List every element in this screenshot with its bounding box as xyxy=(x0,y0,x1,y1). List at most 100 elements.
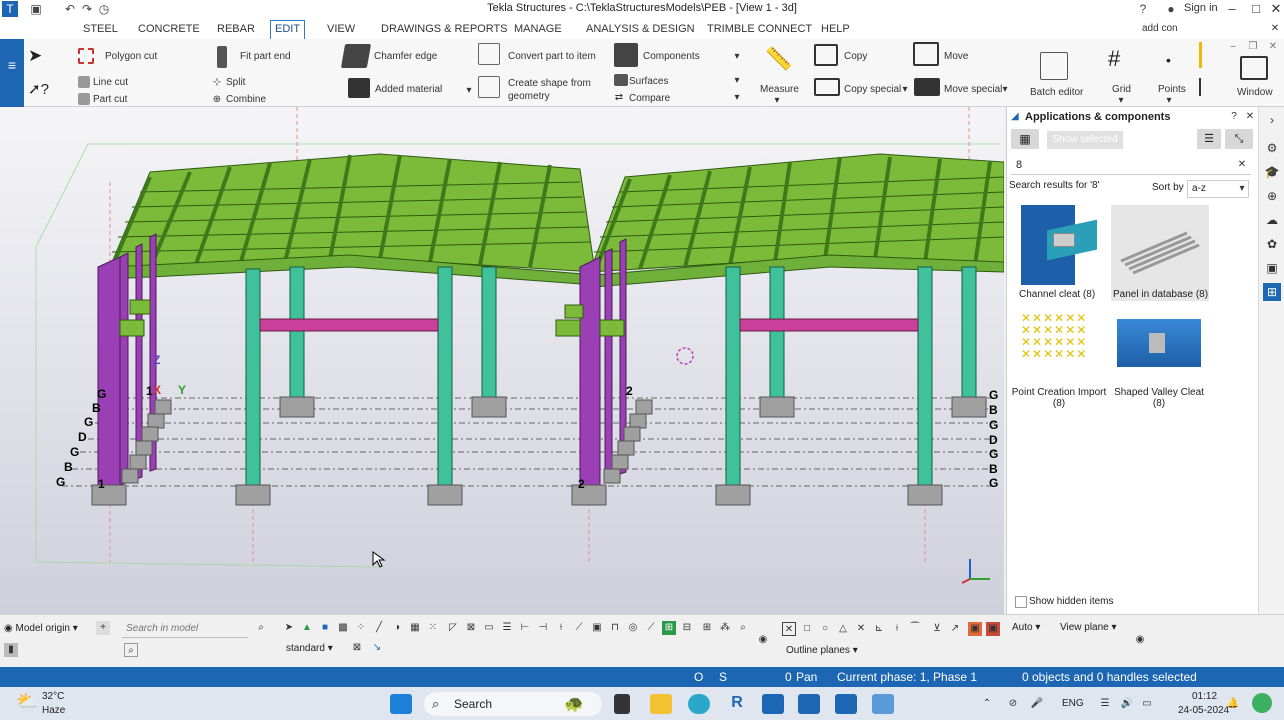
panel-close-icon[interactable]: ✕ xyxy=(1243,110,1257,124)
create-shape-button[interactable]: Create shape from xyxy=(508,78,591,89)
polygon-cut-button[interactable]: Polygon cut xyxy=(105,51,157,62)
part-cut-button[interactable]: Part cut xyxy=(93,94,127,105)
applications-icon[interactable]: ⊞ xyxy=(1263,283,1281,301)
snap-any-position-icon[interactable]: ⁀ xyxy=(908,622,922,636)
edge-icon[interactable] xyxy=(688,694,710,714)
plane-visibility-eye-icon[interactable]: ◉ xyxy=(1133,633,1147,647)
gear-icon[interactable]: ✿ xyxy=(1263,235,1281,253)
component-search-input[interactable]: 8 xyxy=(1011,155,1251,175)
snap-arrow-icon[interactable]: ➚? xyxy=(28,80,49,98)
select-points-icon[interactable]: ⁙ xyxy=(426,621,440,635)
snap-reference-icon[interactable]: ✕ xyxy=(782,622,796,636)
added-material-dropdown-icon[interactable]: ▾ xyxy=(462,84,476,98)
view-plane-select[interactable]: View plane ▾ xyxy=(1060,622,1117,633)
select-surfaces-icon[interactable]: ■ xyxy=(318,621,332,635)
tab-help[interactable]: HELP xyxy=(817,21,854,38)
tekla-app-icon-1[interactable] xyxy=(762,694,784,714)
select-reference-icon[interactable]: ⊢ xyxy=(518,621,532,635)
search-icon[interactable]: ⌕ xyxy=(254,621,268,635)
split-button[interactable]: Split xyxy=(226,77,245,88)
lock-icon[interactable]: ▮ xyxy=(4,643,18,657)
copilot-icon[interactable] xyxy=(1252,693,1272,713)
tab-rebar[interactable]: REBAR xyxy=(213,21,259,38)
select-custom-icon[interactable]: ⊞ xyxy=(700,621,714,635)
tab-drawings-reports[interactable]: DRAWINGS & REPORTS xyxy=(377,21,512,38)
tekla-app-icon-2[interactable] xyxy=(798,694,820,714)
model-viewport[interactable]: G B G D G B G G B G D G B G 1 1 2 2 Z X … xyxy=(0,107,1004,614)
cloud-icon[interactable]: ☁ xyxy=(1263,211,1281,229)
tray-chevron-icon[interactable]: ⌃ xyxy=(980,697,994,711)
tray-time[interactable]: 01:12 xyxy=(1192,691,1217,702)
tab-edit[interactable]: EDIT xyxy=(270,20,306,39)
tray-language[interactable]: ENG xyxy=(1062,698,1084,709)
pick-icon[interactable]: ↘ xyxy=(370,641,384,655)
search-filter-icon[interactable]: ⌕ xyxy=(124,643,138,657)
ribbon-restore-icon[interactable]: ❐ xyxy=(1246,40,1260,54)
line-cut-button[interactable]: Line cut xyxy=(93,77,128,88)
component-tile-panel-in-database[interactable] xyxy=(1111,205,1209,301)
close-button[interactable]: ✕ xyxy=(1264,0,1284,18)
sort-dropdown-icon[interactable]: ▾ xyxy=(1235,182,1249,196)
select-parts-icon[interactable]: ▲ xyxy=(300,621,314,635)
tray-volume-icon[interactable]: 🔊 xyxy=(1120,697,1134,711)
clear-component-search-icon[interactable]: ✕ xyxy=(1235,158,1249,172)
snap-free-icon[interactable]: ↗ xyxy=(948,622,962,636)
components-dropdown-icon[interactable]: ▾ xyxy=(730,50,744,64)
model-origin-select[interactable]: ◉ Model origin ▾ xyxy=(4,621,90,637)
select-objects-icon[interactable]: ◑ xyxy=(390,621,404,635)
tray-network-off-icon[interactable]: ⊘ xyxy=(1006,697,1020,711)
status-phase[interactable]: Current phase: 1, Phase 1 xyxy=(837,670,977,684)
select-groups-icon[interactable]: ⁂ xyxy=(718,621,732,635)
select-cuts-icon[interactable]: ◸ xyxy=(446,621,460,635)
outline-planes-select[interactable]: Outline planes ▾ xyxy=(786,645,858,656)
tab-trimble-connect[interactable]: TRIMBLE CONNECT xyxy=(703,21,816,38)
clear-search-icon[interactable]: ✕ xyxy=(1268,22,1282,36)
combine-button[interactable]: Combine xyxy=(226,94,266,105)
components-button[interactable]: Components xyxy=(643,51,700,62)
tray-wifi-icon[interactable]: ☰ xyxy=(1098,697,1112,711)
select-all-icon[interactable]: ➤ xyxy=(282,621,296,635)
visibility-eye-icon[interactable]: ◉ xyxy=(756,633,770,647)
help-icon[interactable]: ? xyxy=(1135,1,1151,17)
ribbon-close-icon[interactable]: ✕ xyxy=(1266,40,1280,54)
show-selected-button[interactable]: Show selected xyxy=(1047,131,1123,149)
copy-button[interactable]: Copy xyxy=(844,51,867,62)
component-tile-channel-cleat[interactable] xyxy=(1017,205,1101,287)
component-label-channel-cleat[interactable]: Channel cleat (8) xyxy=(1019,289,1095,300)
select-phase-icon[interactable]: ⊞ xyxy=(662,621,676,635)
move-special-button[interactable]: Move special xyxy=(944,84,1002,95)
ribbon-minimize-icon[interactable]: – xyxy=(1226,40,1240,54)
start-icon[interactable] xyxy=(390,694,412,714)
component-tile-point-creation-import[interactable]: ✕✕✕✕✕✕ ✕✕✕✕✕✕ ✕✕✕✕✕✕ ✕✕✕✕✕✕ xyxy=(1021,312,1091,372)
tray-date[interactable]: 24-05-2024 xyxy=(1178,705,1229,716)
select-assemblies-icon[interactable]: ⟊ xyxy=(554,621,568,635)
snap-midpoint-icon[interactable]: △ xyxy=(836,622,850,636)
added-material-button[interactable]: Added material xyxy=(375,84,442,95)
file-explorer-icon[interactable] xyxy=(650,694,672,714)
settings-icon[interactable]: ⚙ xyxy=(1263,139,1281,157)
tab-view[interactable]: VIEW xyxy=(323,21,359,38)
compare-dropdown-icon[interactable]: ▾ xyxy=(730,91,744,105)
snap-nearest-icon[interactable]: ⊻ xyxy=(930,622,944,636)
tray-battery-icon[interactable]: ▭ xyxy=(1140,697,1154,711)
select-grid-icon[interactable]: ▦ xyxy=(408,621,422,635)
component-label-panel-in-database[interactable]: Panel in database (8) xyxy=(1113,289,1209,300)
show-hidden-checkbox[interactable] xyxy=(1015,596,1027,608)
component-tile-shaped-valley-cleat[interactable] xyxy=(1117,319,1201,369)
select-marks-icon[interactable]: ⊟ xyxy=(680,621,694,635)
notification-icon[interactable]: 🔔 xyxy=(1226,697,1240,711)
tekla-structures-icon[interactable] xyxy=(872,694,894,714)
tray-mic-icon[interactable]: 🎤 xyxy=(1030,697,1044,711)
sign-in-link[interactable]: Sign in xyxy=(1184,2,1218,14)
snap-geometry-icon[interactable]: □ xyxy=(800,622,814,636)
model-3d-view[interactable] xyxy=(0,107,1004,614)
auto-select[interactable]: Auto ▾ xyxy=(1012,622,1040,633)
chamfer-edge-button[interactable]: Chamfer edge xyxy=(374,51,437,62)
taskbar-search[interactable]: ⌕ Search 🐢 xyxy=(424,692,602,716)
copy-special-dropdown-icon[interactable]: ▾ xyxy=(898,83,912,97)
compare-button[interactable]: Compare xyxy=(629,93,670,104)
globe-icon[interactable]: ⊕ xyxy=(1263,187,1281,205)
collapse-icon[interactable]: ⤡ xyxy=(1225,129,1253,149)
learning-icon[interactable]: 🎓 xyxy=(1263,163,1281,181)
minimize-button[interactable]: – xyxy=(1220,0,1244,18)
